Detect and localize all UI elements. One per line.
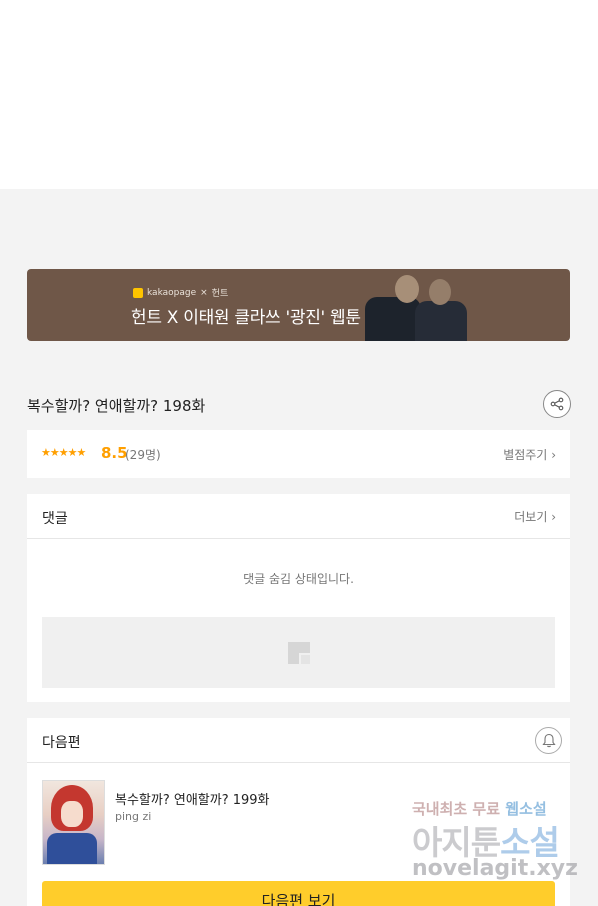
- chevron-right-icon: ›: [551, 510, 556, 524]
- thumbnail-robe: [47, 833, 97, 864]
- rating-score: 8.5: [101, 444, 128, 462]
- banner-character-right-head: [429, 279, 451, 305]
- notify-button[interactable]: [535, 727, 562, 754]
- top-blank-area: [0, 0, 598, 189]
- share-button[interactable]: [543, 390, 571, 418]
- banner-character-left: [365, 297, 421, 341]
- brand-separator: ×: [200, 287, 208, 298]
- kakaopage-logo-icon: [133, 287, 143, 298]
- comments-label: 댓글: [42, 511, 68, 527]
- chevron-right-icon: ›: [551, 448, 556, 462]
- rate-button-label: 별점주기: [503, 448, 548, 462]
- comments-header: 댓글 더보기 ›: [27, 494, 570, 539]
- bell-icon: [541, 733, 556, 748]
- comments-more-label: 더보기: [514, 510, 548, 524]
- brand-partner: 헌트: [211, 289, 229, 299]
- banner-character-right: [415, 301, 467, 341]
- rating-card: ★★★★★ 8.5 (29명) 별점주기 ›: [27, 430, 570, 478]
- next-episode-thumbnail[interactable]: [42, 780, 105, 865]
- episode-title: 복수할까? 연애할까? 198화: [27, 397, 206, 415]
- comments-section: 댓글 더보기 › 댓글 숨김 상태입니다.: [27, 494, 570, 702]
- rate-button[interactable]: 별점주기 ›: [503, 446, 556, 463]
- banner-brand: kakaopage × 헌트: [133, 286, 228, 299]
- banner-character-left-head: [395, 275, 419, 303]
- banner-title: 헌트 X 이태원 클라쓰 '광진' 웹툰: [131, 308, 361, 328]
- share-icon: [550, 397, 564, 411]
- next-episode-author: ping zi: [115, 810, 152, 823]
- next-episode-label: 다음편: [42, 735, 81, 751]
- rating-stars: ★★★★★: [41, 446, 86, 459]
- next-episode-header: 다음편: [27, 718, 570, 763]
- next-episode-title[interactable]: 복수할까? 연애할까? 199화: [115, 789, 270, 808]
- ad-placeholder[interactable]: [42, 617, 555, 688]
- comments-more-button[interactable]: 더보기 ›: [514, 508, 556, 525]
- watermark-url: novelagit.xyz: [412, 856, 578, 881]
- brand-logo-text: kakaopage: [147, 287, 197, 298]
- image-placeholder-icon: [288, 642, 310, 664]
- promo-banner[interactable]: kakaopage × 헌트 헌트 X 이태원 클라쓰 '광진' 웹툰: [27, 269, 570, 341]
- comments-hidden-message: 댓글 숨김 상태입니다.: [243, 572, 354, 586]
- rating-count: (29명): [125, 448, 161, 462]
- thumbnail-face: [61, 801, 83, 827]
- site-watermark: 국내최초 무료 웹소설 아지툰소설 novelagit.xyz: [412, 798, 592, 888]
